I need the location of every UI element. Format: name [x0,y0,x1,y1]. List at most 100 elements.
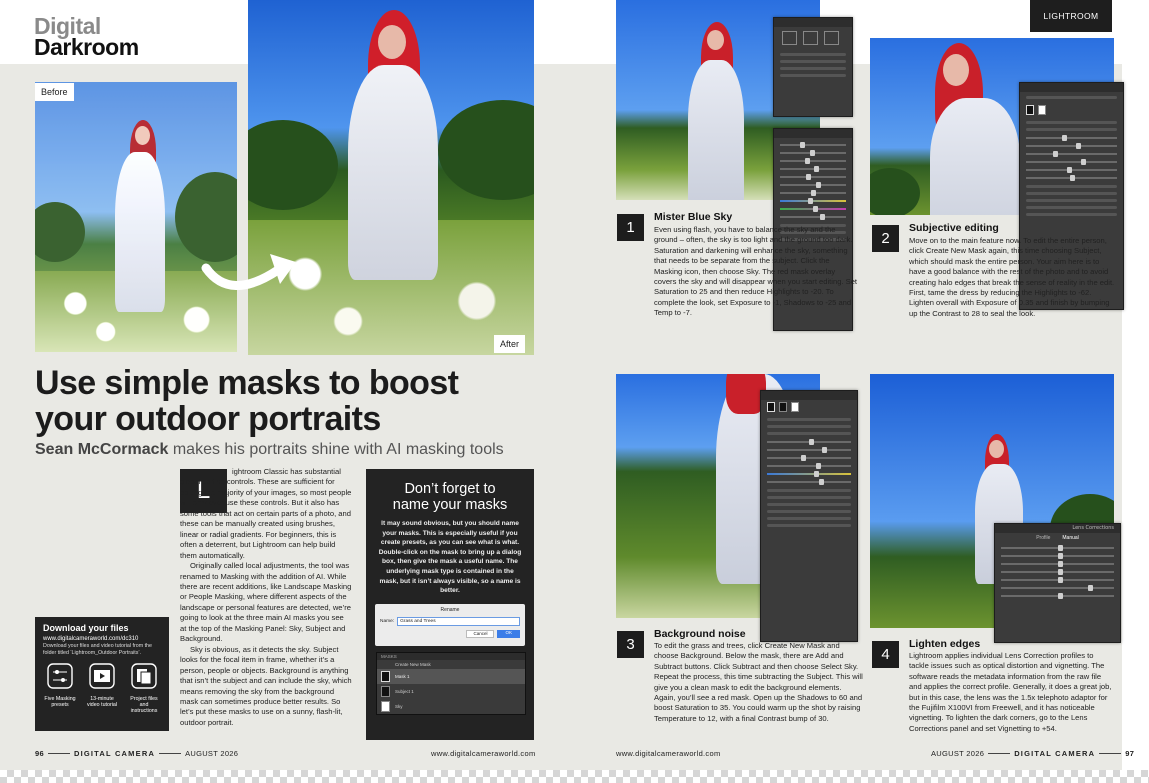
intro-paragraph: Sky is obvious, as it detects the sky. S… [180,644,352,727]
panel-row [780,67,846,70]
adjustment-slider[interactable] [1026,167,1117,173]
download-item-label: 13-minute video tutorial [86,695,118,708]
model-face [378,25,406,59]
adjustment-slider[interactable] [767,471,851,477]
magazine-name: DIGITAL CAMERA [1014,749,1096,758]
adjustment-slider[interactable] [780,190,846,196]
vignetting-slider[interactable] [1001,585,1114,591]
intro-paragraph: ightroom Classic has substantial global … [180,467,352,560]
mask-type-button[interactable] [824,31,839,45]
adjustment-slider[interactable] [767,463,851,469]
mask-thumbnail[interactable] [791,402,799,412]
files-icon [131,662,157,689]
panel-row [1026,192,1117,195]
adjustment-slider[interactable] [1026,151,1117,157]
step-title: Lighten edges [909,638,981,650]
download-box: Download your files www.digitalcamerawor… [35,617,169,731]
step1-masking-panel[interactable] [773,17,853,117]
adjustment-slider[interactable] [1001,553,1114,559]
adjustment-slider[interactable] [1001,577,1114,583]
tab-profile[interactable]: Profile [1036,535,1050,541]
lens-corrections-title: Lens Corrections [995,524,1120,533]
adjustment-slider[interactable] [780,182,846,188]
mask-type-button[interactable] [782,31,797,45]
folio-rule [47,753,70,754]
model-dress [115,152,165,312]
download-items: Five Masking presets 13-minute video tut… [43,662,161,714]
mask-list-item[interactable]: Mask 1 [377,668,525,684]
adjustment-slider[interactable] [1026,135,1117,141]
adjustment-slider[interactable] [1026,175,1117,181]
tree [438,100,534,200]
lens-corrections-panel[interactable]: Lens Corrections Profile Manual [994,523,1121,643]
mask-type-button[interactable] [803,31,818,45]
model-dress [688,60,744,200]
mask-thumbnail [381,685,390,697]
folio-rule [988,753,1011,754]
panel-row [767,418,851,421]
adjustment-slider[interactable] [1001,569,1114,575]
adjustment-slider[interactable] [780,158,846,164]
left-page: Digital Darkroom Before After Use simple… [0,0,574,770]
step-title: Mister Blue Sky [654,211,733,223]
mask-thumbnail[interactable] [767,402,775,412]
adjustment-slider[interactable] [767,455,851,461]
model-face [135,126,150,145]
adjustment-slider[interactable] [767,447,851,453]
mask-thumbnail[interactable] [779,402,787,412]
mask-list-item[interactable]: Subject 1 [377,684,525,699]
before-after-arrow-icon [201,254,296,290]
model-face [707,30,724,50]
adjustment-slider[interactable] [767,439,851,445]
adjustment-slider[interactable] [780,166,846,172]
byline-text: makes his portraits shine with AI maskin… [172,441,504,458]
tree [870,168,920,215]
adjustment-slider[interactable] [1026,143,1117,149]
adjustment-slider[interactable] [1001,545,1114,551]
mask-thumbnails [761,400,857,414]
rename-field[interactable]: Grass and Trees [397,616,520,626]
adjustment-slider[interactable] [780,214,846,220]
adjustment-slider[interactable] [767,479,851,485]
download-item[interactable]: Project files and instructions [127,662,161,714]
ok-button[interactable]: OK [497,629,520,638]
adjustment-slider[interactable] [1001,561,1114,567]
panel-header [761,391,857,400]
tab-manual[interactable]: Manual [1062,535,1078,541]
mask-list-item[interactable]: Sky [377,699,525,714]
step-number: 4 [872,641,899,668]
adjustment-slider[interactable] [780,174,846,180]
left-website: www.digitalcameraworld.com [431,749,536,758]
right-folio: AUGUST 2026 DIGITAL CAMERA 97 [931,749,1134,758]
create-new-mask-button[interactable]: Create New Mask [377,660,525,669]
step-body: To edit the grass and trees, click Creat… [654,641,863,723]
mask-thumbnail[interactable] [1038,105,1046,115]
issue-date: AUGUST 2026 [185,749,239,758]
model-dress [348,65,438,280]
intro-paragraph: Originally called local adjustments, the… [180,561,352,644]
panel-row [767,496,851,499]
adjustment-slider[interactable] [780,142,846,148]
adjustment-slider[interactable] [780,198,846,204]
mask-thumbnail [381,700,390,712]
folio-rule [159,753,182,754]
mask-thumbnail[interactable] [1026,105,1034,115]
step3-masking-panel[interactable] [760,390,858,642]
section-tab: LIGHTROOM [1030,0,1112,32]
adjustment-slider[interactable] [780,150,846,156]
cancel-button[interactable]: Cancel [466,629,495,638]
download-url[interactable]: www.digitalcameraworld.com/dc310 [43,635,161,643]
adjustment-slider[interactable] [780,206,846,212]
download-item[interactable]: Five Masking presets [43,662,77,714]
page-number: 96 [35,749,44,758]
step-number: 1 [617,214,644,241]
masks-panel: MASKS Create New Mask Mask 1 Subject 1 S… [376,651,526,715]
rename-dialog-title: Rename [440,606,460,613]
tip-title: Don’t forget to name your masks [392,481,508,513]
adjustment-slider[interactable] [1026,159,1117,165]
download-item[interactable]: 13-minute video tutorial [85,662,119,714]
download-item-label: Five Masking presets [44,695,76,708]
lens-tabs: Profile Manual [995,533,1120,541]
adjustment-slider[interactable] [1001,593,1114,599]
tip-body: It may sound obvious, but you should nam… [378,520,522,595]
